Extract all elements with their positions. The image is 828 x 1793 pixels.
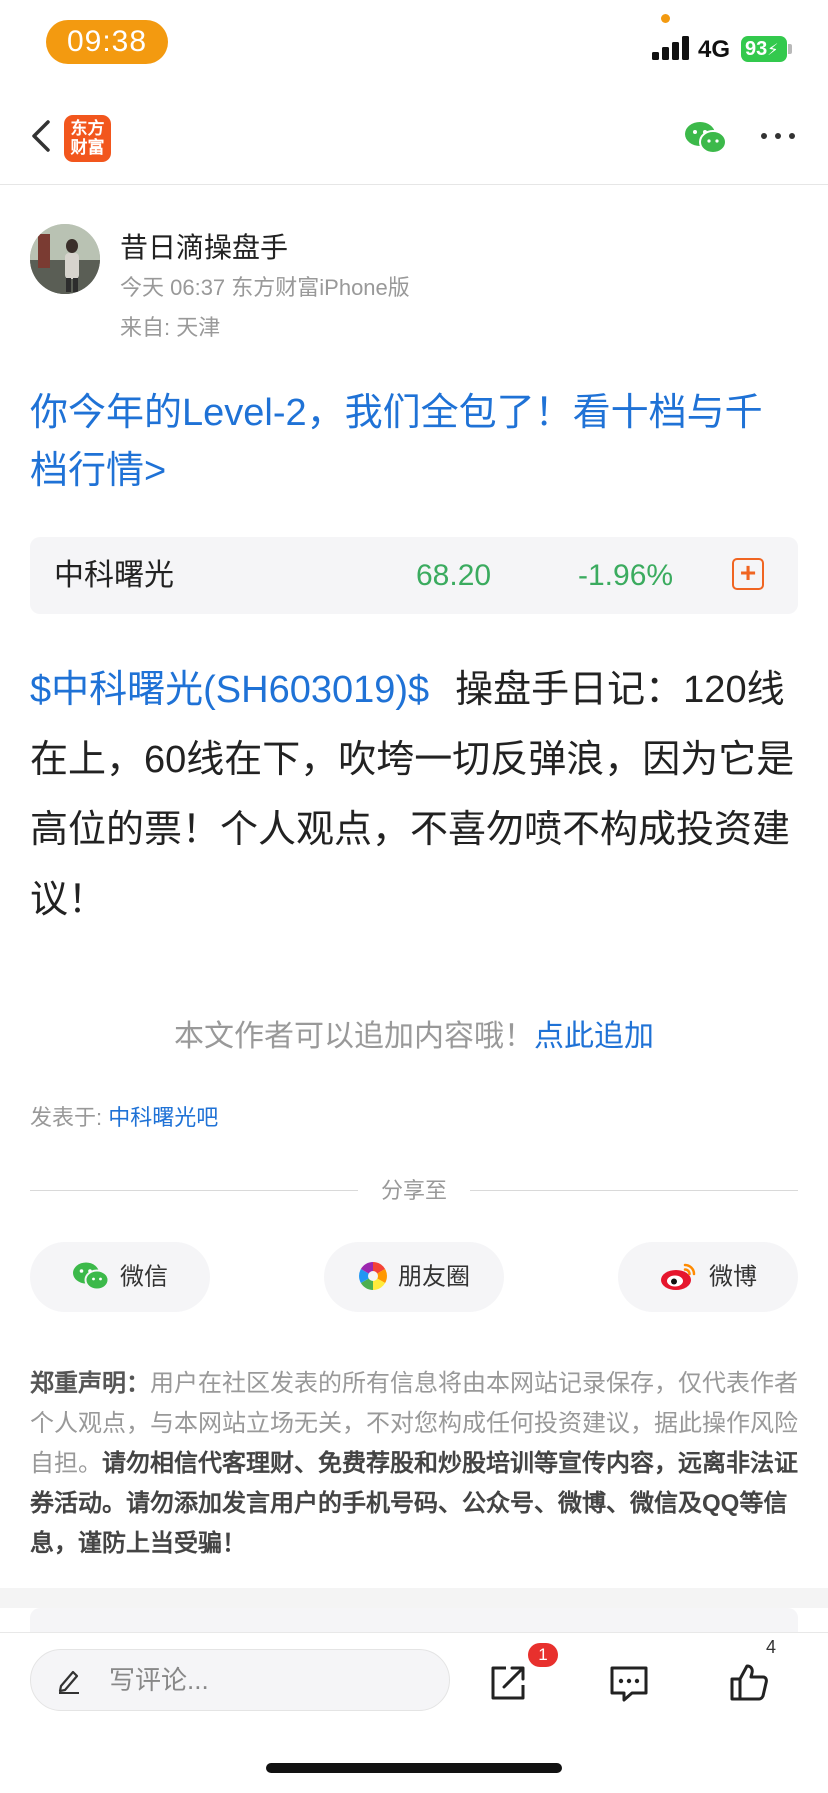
stock-quote-card[interactable]: 中科曙光 68.20 -1.96% + bbox=[30, 537, 798, 614]
share-wechat-label: 微信 bbox=[120, 1263, 168, 1291]
logo-line-1: 东方 bbox=[70, 119, 105, 138]
pen-icon bbox=[58, 1670, 79, 1694]
network-type: 4G bbox=[698, 36, 731, 63]
battery-level: 93 bbox=[745, 38, 768, 60]
author-avatar[interactable] bbox=[30, 224, 100, 294]
eastmoney-logo: 东方 财富 bbox=[64, 115, 111, 162]
like-thumb-icon[interactable] bbox=[728, 1661, 770, 1703]
share-weibo-button[interactable]: 微博 bbox=[618, 1242, 798, 1312]
home-indicator bbox=[266, 1763, 562, 1773]
logo-line-2: 财富 bbox=[70, 138, 105, 157]
stock-name: 中科曙光 bbox=[54, 559, 174, 592]
post-location: 来自: 天津 bbox=[120, 315, 221, 340]
share-title: 分享至 bbox=[380, 1178, 447, 1203]
level2-promo-link[interactable]: 你今年的Level-2，我们全包了！看十档与千档行情> bbox=[30, 384, 800, 500]
share-moments-button[interactable]: 朋友圈 bbox=[324, 1242, 504, 1312]
wechat-share-icon[interactable] bbox=[684, 120, 728, 156]
forum-link[interactable]: 中科曙光吧 bbox=[108, 1105, 218, 1130]
battery-icon: 93⚡ bbox=[741, 36, 787, 62]
comment-placeholder: 写评论... bbox=[109, 1665, 209, 1695]
posted-in-label: 发表于: bbox=[30, 1105, 109, 1130]
wechat-icon bbox=[73, 1262, 110, 1291]
share-moments-label: 朋友圈 bbox=[398, 1263, 470, 1291]
privacy-indicator-dot bbox=[661, 14, 670, 23]
share-weibo-label: 微博 bbox=[709, 1263, 757, 1291]
add-to-watchlist-icon[interactable]: + bbox=[732, 558, 764, 590]
comments-icon[interactable] bbox=[608, 1663, 650, 1703]
comment-input[interactable]: 写评论... bbox=[30, 1649, 450, 1711]
append-prompt: 本文作者可以追加内容哦！ bbox=[174, 1020, 534, 1053]
like-count: 4 bbox=[766, 1637, 777, 1657]
append-link[interactable]: 点此追加 bbox=[534, 1020, 654, 1053]
share-divider: 分享至 bbox=[30, 1176, 798, 1206]
disclaimer-warning: 请勿相信代客理财、免费荐股和炒股培训等宣传内容，远离非法证券活动。请勿添加发言用… bbox=[30, 1450, 798, 1557]
share-count-badge: 1 bbox=[528, 1643, 558, 1667]
disclaimer-label: 郑重声明： bbox=[30, 1370, 150, 1397]
stock-price: 68.20 bbox=[416, 559, 492, 592]
share-wechat-button[interactable]: 微信 bbox=[30, 1242, 210, 1312]
post-content: $中科曙光(SH603019)$ 操盘手日记：120线在上，60线在下，吹垮一切反… bbox=[30, 655, 800, 935]
post-time-source: 今天 06:37 东方财富iPhone版 bbox=[120, 275, 410, 300]
nav-bar: 东方 财富 bbox=[0, 88, 828, 185]
posted-in: 发表于: 中科曙光吧 bbox=[30, 1100, 218, 1132]
status-time: 09:38 bbox=[46, 20, 168, 64]
stock-tag-link[interactable]: $中科曙光(SH603019)$ bbox=[30, 669, 429, 711]
author-name[interactable]: 昔日滴操盘手 bbox=[120, 226, 288, 266]
disclaimer: 郑重声明：用户在社区发表的所有信息将由本网站记录保存，仅代表作者个人观点，与本网… bbox=[30, 1364, 800, 1564]
moments-icon bbox=[359, 1261, 387, 1290]
back-arrow-icon[interactable] bbox=[24, 116, 64, 156]
forward-share-icon[interactable] bbox=[488, 1663, 528, 1703]
status-bar: 09:38 4G 93⚡ bbox=[0, 0, 828, 88]
stock-change-percent: -1.96% bbox=[578, 559, 674, 592]
battery-tip bbox=[788, 44, 792, 54]
section-separator bbox=[0, 1588, 828, 1608]
bottom-action-bar: 写评论... 1 4 bbox=[0, 1632, 828, 1793]
weibo-icon bbox=[661, 1263, 696, 1290]
avatar-photo bbox=[30, 224, 100, 294]
append-content-row: 本文作者可以追加内容哦！点此追加 bbox=[0, 1011, 828, 1055]
more-options-icon[interactable] bbox=[756, 124, 800, 148]
signal-strength-icon bbox=[652, 36, 690, 60]
